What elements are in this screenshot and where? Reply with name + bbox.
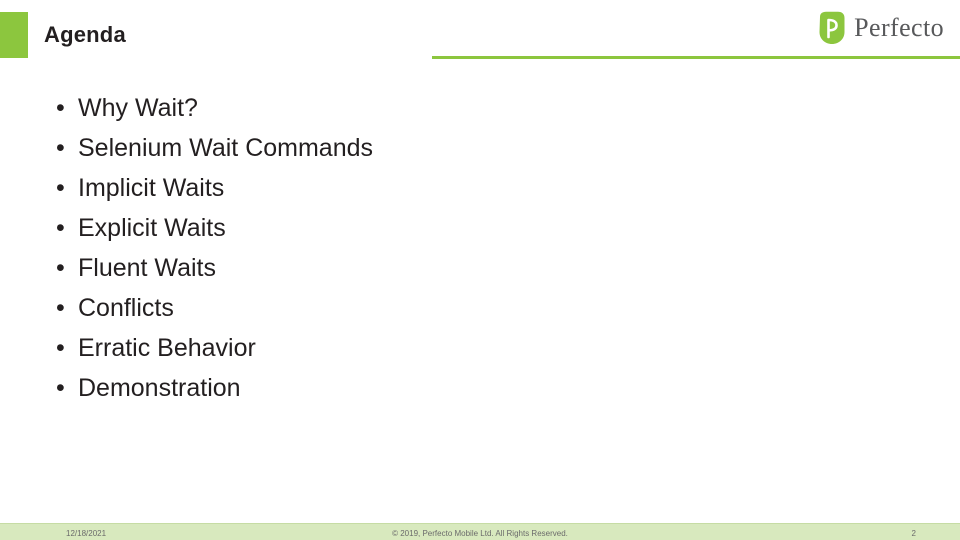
- list-item: • Fluent Waits: [56, 248, 896, 288]
- bullet-marker: •: [56, 174, 65, 202]
- bullet-marker: •: [56, 334, 65, 362]
- bullet-marker: •: [56, 214, 65, 242]
- list-item: • Implicit Waits: [56, 168, 896, 208]
- agenda-list: • Why Wait? • Selenium Wait Commands • Impl…: [56, 88, 896, 408]
- bullet-marker: •: [56, 254, 65, 282]
- title-accent-bar: [0, 12, 28, 58]
- logo-wordmark: Perfecto: [854, 13, 944, 42]
- list-item-label: Demonstration: [78, 374, 241, 402]
- list-item: • Why Wait?: [56, 88, 896, 128]
- list-item: • Selenium Wait Commands: [56, 128, 896, 168]
- list-item-label: Erratic Behavior: [78, 334, 256, 362]
- list-item-label: Implicit Waits: [78, 174, 225, 202]
- list-item-label: Fluent Waits: [78, 254, 217, 282]
- list-item: • Erratic Behavior: [56, 328, 896, 368]
- list-item-label: Explicit Waits: [78, 214, 226, 242]
- list-item-label: Selenium Wait Commands: [78, 134, 374, 162]
- bullet-marker: •: [56, 294, 65, 322]
- bullet-marker: •: [56, 134, 65, 162]
- list-item-label: Why Wait?: [78, 94, 198, 122]
- bullet-marker: •: [56, 374, 65, 402]
- header-divider-secondary: [720, 57, 960, 59]
- perfecto-mark-icon: [816, 11, 848, 45]
- bullet-marker: •: [56, 94, 65, 122]
- list-item: • Conflicts: [56, 288, 896, 328]
- slide: Agenda Perfecto • Why Wait? • Selenium Wai…: [0, 0, 960, 540]
- list-item-label: Conflicts: [78, 294, 174, 322]
- perfecto-logo: Perfecto: [816, 8, 944, 48]
- footer-page-number: 2: [911, 529, 916, 538]
- footer-copyright: © 2019, Perfecto Mobile Ltd. All Rights …: [392, 529, 568, 538]
- list-item: • Demonstration: [56, 368, 896, 408]
- list-item: • Explicit Waits: [56, 208, 896, 248]
- page-title: Agenda: [44, 22, 126, 47]
